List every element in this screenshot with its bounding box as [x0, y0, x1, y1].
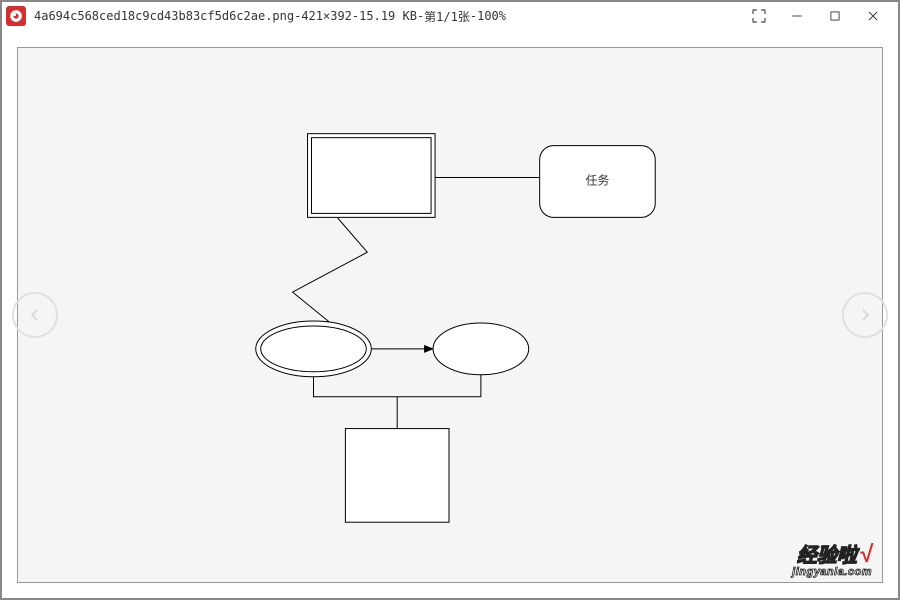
title-zoom: 100% — [477, 9, 506, 23]
watermark: 经验啦√ jingyanla.com — [792, 543, 872, 578]
maximize-icon — [828, 9, 842, 23]
minimize-button[interactable] — [778, 3, 816, 29]
watermark-text: 经验啦 — [797, 546, 857, 566]
title-page-indicator: 第1/1张 — [424, 8, 470, 25]
minimize-icon — [790, 9, 804, 23]
title-filename: 4a694c568ced18c9cd43b83cf5d6c2ae.png — [34, 9, 294, 23]
flowchart-diagram: 任务 — [18, 48, 882, 582]
shape-ellipse-1 — [256, 321, 372, 377]
app-icon — [6, 6, 26, 26]
title-dimensions: 421×392 — [301, 9, 352, 23]
maximize-button[interactable] — [816, 3, 854, 29]
connector-ellipses-join — [314, 375, 481, 397]
shape-ellipse-2 — [433, 323, 529, 375]
connector-zigzag — [293, 215, 368, 327]
title-sep: - — [417, 9, 424, 23]
close-icon — [866, 9, 880, 23]
title-sep: - — [470, 9, 477, 23]
shape-task-box: 任务 — [540, 146, 656, 218]
window-titlebar: 4a694c568ced18c9cd43b83cf5d6c2ae.png - 4… — [2, 2, 898, 30]
task-label: 任务 — [586, 173, 610, 188]
image-canvas: 任务 经验啦√ jingyanla.com — [17, 47, 883, 583]
fullscreen-icon — [751, 8, 767, 24]
close-button[interactable] — [854, 3, 892, 29]
watermark-check-icon: √ — [859, 541, 872, 568]
title-filesize: 15.19 KB — [359, 9, 417, 23]
title-sep: - — [352, 9, 359, 23]
watermark-url: jingyanla.com — [792, 567, 872, 578]
title-sep: - — [294, 9, 301, 23]
shape-double-rect — [308, 134, 436, 218]
fullscreen-button[interactable] — [740, 3, 778, 29]
shape-square — [345, 429, 449, 523]
